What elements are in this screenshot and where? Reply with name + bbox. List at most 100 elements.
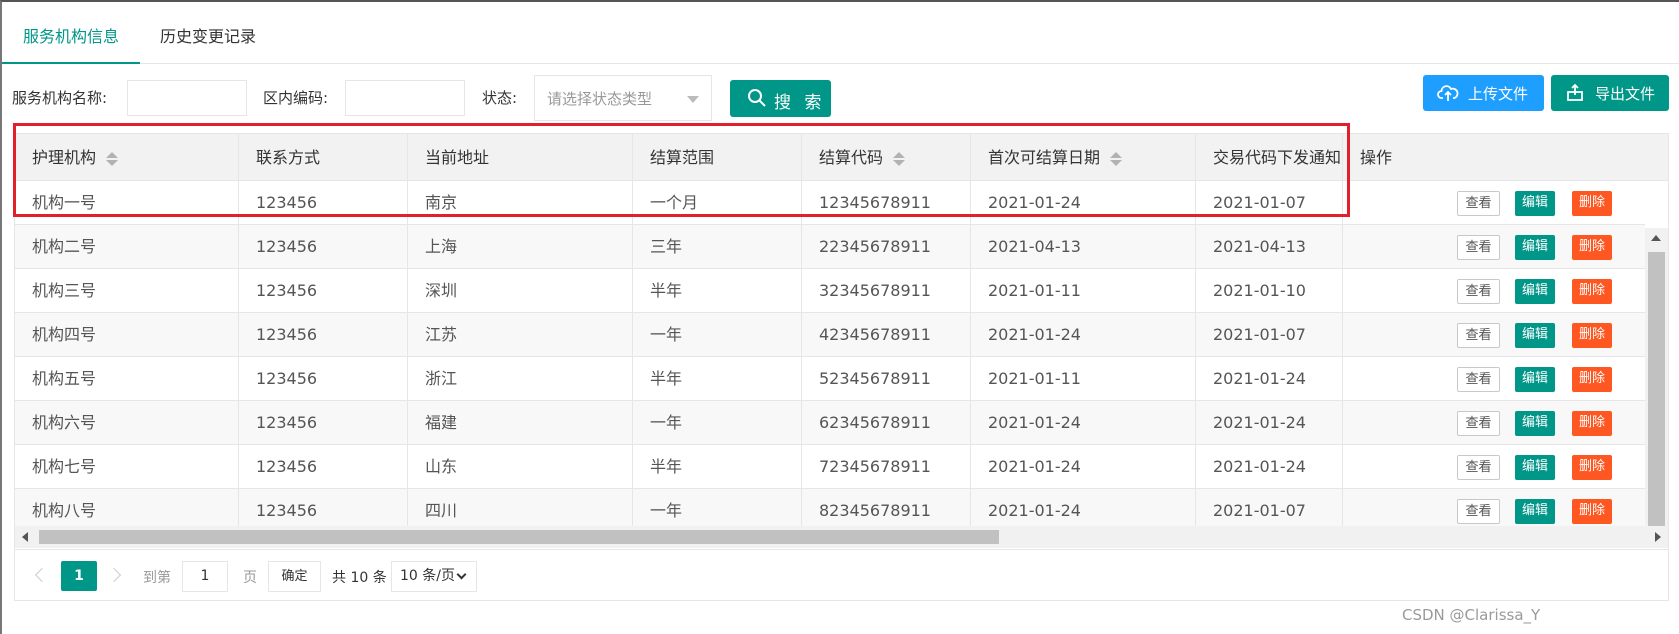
cell-range: 一年 bbox=[633, 401, 802, 444]
goto-confirm-button[interactable]: 确定 bbox=[268, 561, 321, 592]
cell-notice: 2021-01-24 bbox=[1196, 445, 1343, 488]
cell-code: 82345678911 bbox=[802, 489, 971, 526]
edit-button[interactable]: 编辑 bbox=[1515, 455, 1555, 480]
delete-button[interactable]: 删除 bbox=[1572, 499, 1612, 524]
row-actions: 查看 编辑 删除 bbox=[1440, 445, 1645, 491]
view-button[interactable]: 查看 bbox=[1457, 367, 1500, 392]
edit-button[interactable]: 编辑 bbox=[1515, 235, 1555, 260]
delete-button[interactable]: 删除 bbox=[1572, 411, 1612, 436]
edit-button[interactable]: 编辑 bbox=[1515, 411, 1555, 436]
view-button[interactable]: 查看 bbox=[1457, 279, 1500, 304]
edit-button[interactable]: 编辑 bbox=[1515, 191, 1555, 216]
cell-notice: 2021-01-07 bbox=[1196, 181, 1343, 224]
caret-down-icon bbox=[687, 96, 699, 103]
row-actions: 查看 编辑 删除 bbox=[1440, 225, 1645, 271]
org-name-input[interactable] bbox=[127, 80, 247, 116]
view-button[interactable]: 查看 bbox=[1457, 323, 1500, 348]
current-page-button[interactable]: 1 bbox=[61, 561, 97, 591]
edit-button[interactable]: 编辑 bbox=[1515, 499, 1555, 524]
goto-page-input[interactable]: 1 bbox=[182, 561, 228, 592]
view-button[interactable]: 查看 bbox=[1457, 191, 1500, 216]
edit-button[interactable]: 编辑 bbox=[1515, 279, 1555, 304]
delete-button[interactable]: 删除 bbox=[1572, 279, 1612, 304]
header-settlement-code[interactable]: 结算代码 bbox=[802, 134, 971, 181]
prev-page-icon[interactable] bbox=[32, 562, 52, 588]
tab-change-history[interactable]: 历史变更记录 bbox=[140, 20, 276, 64]
row-actions: 查看 编辑 删除 bbox=[1440, 401, 1645, 447]
cell-range: 三年 bbox=[633, 225, 802, 268]
cell-code: 42345678911 bbox=[802, 313, 971, 356]
view-button[interactable]: 查看 bbox=[1457, 455, 1500, 480]
horizontal-scroll-thumb[interactable] bbox=[39, 530, 999, 544]
scroll-up-icon[interactable] bbox=[1651, 235, 1661, 241]
sort-icon[interactable] bbox=[1110, 151, 1123, 166]
cell-range: 一个月 bbox=[633, 181, 802, 224]
cell-first-date: 2021-04-13 bbox=[971, 225, 1196, 268]
cell-contact: 123456 bbox=[239, 181, 408, 224]
delete-button[interactable]: 删除 bbox=[1572, 191, 1612, 216]
chevron-down-icon bbox=[456, 569, 467, 580]
sort-icon[interactable] bbox=[893, 151, 906, 166]
cell-org: 机构八号 bbox=[15, 489, 239, 526]
view-button[interactable]: 查看 bbox=[1457, 499, 1500, 524]
edit-button[interactable]: 编辑 bbox=[1515, 367, 1555, 392]
cell-contact: 123456 bbox=[239, 401, 408, 444]
status-label: 状态: bbox=[482, 89, 518, 107]
header-first-settle-date[interactable]: 首次可结算日期 bbox=[971, 134, 1196, 181]
cell-address: 山东 bbox=[408, 445, 633, 488]
district-code-input[interactable] bbox=[345, 80, 465, 116]
delete-button[interactable]: 删除 bbox=[1572, 455, 1612, 480]
cell-org: 机构五号 bbox=[15, 357, 239, 400]
table-row: 机构一号 123456 南京 一个月 12345678911 2021-01-24 2021… bbox=[15, 181, 1645, 225]
cloud-upload-icon bbox=[1437, 83, 1459, 107]
table-body: 机构一号 123456 南京 一个月 12345678911 2021-01-24 2021… bbox=[15, 181, 1668, 526]
sort-icon[interactable] bbox=[106, 151, 119, 166]
cell-notice: 2021-01-10 bbox=[1196, 269, 1343, 312]
cell-range: 半年 bbox=[633, 445, 802, 488]
cell-notice: 2021-01-07 bbox=[1196, 313, 1343, 356]
cell-notice: 2021-01-24 bbox=[1196, 357, 1343, 400]
cell-contact: 123456 bbox=[239, 313, 408, 356]
page-size-select[interactable]: 10 条/页 bbox=[391, 561, 477, 592]
goto-label: 到第 bbox=[143, 570, 171, 586]
cell-code: 72345678911 bbox=[802, 445, 971, 488]
edit-button[interactable]: 编辑 bbox=[1515, 323, 1555, 348]
view-button[interactable]: 查看 bbox=[1457, 235, 1500, 260]
upload-file-button[interactable]: 上传文件 bbox=[1423, 75, 1544, 111]
cell-address: 四川 bbox=[408, 489, 633, 526]
table-row: 机构七号 123456 山东 半年 72345678911 2021-01-24 2021-… bbox=[15, 445, 1645, 489]
delete-button[interactable]: 删除 bbox=[1572, 323, 1612, 348]
scroll-right-icon[interactable] bbox=[1655, 532, 1661, 542]
cell-range: 一年 bbox=[633, 489, 802, 526]
vertical-scroll-thumb[interactable] bbox=[1648, 252, 1665, 526]
next-page-icon[interactable] bbox=[107, 562, 127, 588]
row-actions: 查看 编辑 删除 bbox=[1440, 269, 1645, 315]
page-label: 页 bbox=[243, 570, 257, 586]
table-row: 机构五号 123456 浙江 半年 52345678911 2021-01-11 2021-… bbox=[15, 357, 1645, 401]
view-button[interactable]: 查看 bbox=[1457, 411, 1500, 436]
status-select[interactable]: 请选择状态类型 bbox=[534, 75, 712, 121]
cell-address: 福建 bbox=[408, 401, 633, 444]
cell-code: 12345678911 bbox=[802, 181, 971, 224]
cell-address: 浙江 bbox=[408, 357, 633, 400]
row-actions: 查看 编辑 删除 bbox=[1440, 313, 1645, 359]
horizontal-scrollbar[interactable] bbox=[15, 526, 1668, 548]
cell-range: 半年 bbox=[633, 357, 802, 400]
table-row: 机构八号 123456 四川 一年 82345678911 2021-01-24 2021-… bbox=[15, 489, 1645, 526]
cell-contact: 123456 bbox=[239, 489, 408, 526]
cell-first-date: 2021-01-24 bbox=[971, 445, 1196, 488]
header-contact: 联系方式 bbox=[239, 134, 408, 181]
header-address: 当前地址 bbox=[408, 134, 633, 181]
export-icon bbox=[1565, 83, 1585, 107]
export-file-button[interactable]: 导出文件 bbox=[1551, 75, 1669, 111]
search-button[interactable]: 搜 索 bbox=[730, 80, 831, 117]
cell-org: 机构六号 bbox=[15, 401, 239, 444]
tab-service-org-info[interactable]: 服务机构信息 bbox=[2, 20, 140, 64]
cell-org: 机构四号 bbox=[15, 313, 239, 356]
delete-button[interactable]: 删除 bbox=[1572, 367, 1612, 392]
scroll-left-icon[interactable] bbox=[22, 532, 28, 542]
delete-button[interactable]: 删除 bbox=[1572, 235, 1612, 260]
header-org[interactable]: 护理机构 bbox=[15, 134, 239, 181]
vertical-scrollbar[interactable] bbox=[1645, 228, 1668, 526]
cell-address: 上海 bbox=[408, 225, 633, 268]
